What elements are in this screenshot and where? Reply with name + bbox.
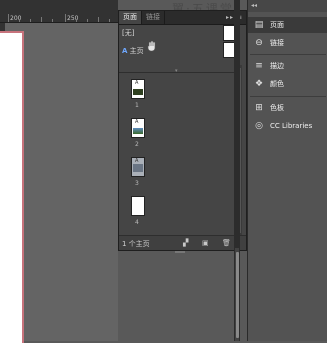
tab-pages[interactable]: 页面 [119, 11, 141, 24]
dock-item-swatches[interactable]: ⊞ 色板 [248, 100, 327, 116]
master-a-label: 主页 [129, 47, 144, 55]
panel-resize-grip[interactable] [175, 251, 185, 253]
dock-item-label: 描边 [270, 62, 284, 70]
page-thumbnail-3[interactable]: A [131, 157, 145, 177]
dock-item-pages[interactable]: ▤ 页面 [248, 17, 327, 33]
dock-item-label: 链接 [270, 39, 284, 47]
document-scroll-thumb[interactable] [236, 252, 239, 338]
page-number-2: 2 [135, 141, 139, 148]
collapse-dock-icon[interactable]: ◂◂ [251, 2, 257, 9]
master-none[interactable]: [无] [122, 28, 134, 38]
horizontal-ruler[interactable]: 200 250 [0, 0, 118, 23]
master-a[interactable]: A 主页 [122, 46, 144, 56]
links-icon: ⊖ [255, 38, 263, 48]
dock-item-stroke[interactable]: ≡ 描边 [248, 58, 327, 74]
dock-item-label: 色板 [270, 104, 284, 112]
pages-icon: ▤ [254, 20, 264, 30]
master-count-status: 1 个主页 [122, 240, 150, 248]
pages-panel-footer: 1 个主页 ▞ ▣ 🗑 [119, 235, 246, 253]
tab-links[interactable]: 链接 [142, 11, 164, 24]
page-1-master-letter: A [135, 80, 139, 86]
page-2-image [133, 128, 143, 134]
page-thumbnail-1[interactable]: A [131, 79, 145, 99]
color-icon: ❖ [254, 79, 264, 89]
dock-item-color[interactable]: ❖ 颜色 [248, 76, 327, 92]
dock-item-label: 颜色 [270, 80, 284, 88]
section-grip-icon: ▾ [175, 68, 178, 74]
stroke-icon: ≡ [255, 61, 263, 71]
panel-dock: ◂◂ ▤ 页面 ⊖ 链接 ≡ 描边 ❖ 颜色 ⊞ 色板 ◎ CC Librari… [247, 0, 327, 341]
page-3-image [133, 164, 143, 172]
dock-item-label: CC Libraries [270, 122, 313, 130]
dock-item-cc-libraries[interactable]: ◎ CC Libraries [248, 118, 327, 134]
page-number-4: 4 [135, 219, 139, 226]
panel-tab-bar: 页面 链接 ▸▸ ≡ [119, 11, 246, 25]
page-2-master-letter: A [135, 119, 139, 125]
cc-libraries-icon: ◎ [255, 121, 263, 131]
delete-page-icon[interactable]: 🗑 [222, 239, 231, 247]
document-page[interactable] [0, 31, 24, 343]
swatches-icon: ⊞ [255, 103, 263, 113]
page-thumbnail-4[interactable] [131, 196, 145, 216]
page-size-icon[interactable]: ▞ [183, 239, 188, 247]
page-thumbnail-2[interactable]: A [131, 118, 145, 138]
pages-panel: 页面 链接 ▸▸ ≡ [无] A 主页 ▾ A 1 A 2 A 3 4 1 个主… [118, 10, 247, 253]
master-a-prefix: A [122, 47, 128, 55]
new-page-icon[interactable]: ▣ [202, 239, 209, 247]
page-number-1: 1 [135, 102, 139, 109]
page-number-3: 3 [135, 180, 139, 187]
dock-item-label: 页面 [270, 21, 284, 29]
page-1-image [133, 89, 143, 95]
dock-header[interactable]: ◂◂ [248, 0, 327, 12]
hand-cursor-icon [146, 40, 158, 52]
dock-item-links[interactable]: ⊖ 链接 [248, 35, 327, 51]
